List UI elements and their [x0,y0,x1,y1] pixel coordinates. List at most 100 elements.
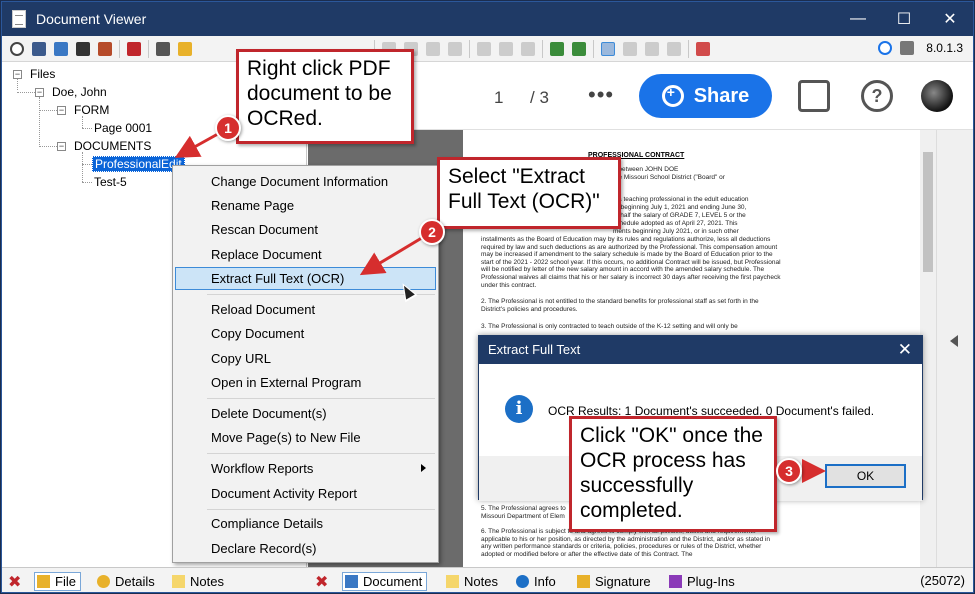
tab-notes-left[interactable]: Notes [172,572,224,591]
pan-icon[interactable] [623,41,637,56]
document-icon [345,575,358,588]
tab-plugins[interactable]: Plug-Ins [669,572,735,591]
menu-item-rename-page[interactable]: Rename Page [211,198,294,213]
pdf-text: the Missouri School District ("Board" or [613,174,725,181]
tab-signature[interactable]: Signature [577,572,651,591]
tree-folder-documents[interactable]: DOCUMENTS [74,139,151,153]
add-user-icon [661,84,684,107]
step-badge-3: 3 [776,458,802,484]
close-button[interactable]: ✕ [927,2,973,36]
maximize-button[interactable]: ☐ [881,2,927,36]
scanner-icon[interactable] [32,41,46,56]
callout-step-1: Right click PDF document to be OCRed. [236,49,414,144]
refresh-icon[interactable] [878,41,892,55]
avatar[interactable] [921,80,953,112]
tab-notes-right[interactable]: Notes [446,572,498,591]
page-number-input[interactable]: 1 [494,88,503,108]
menu-item-open-external[interactable]: Open in External Program [211,375,361,390]
callout-step-3: Click "OK" once the OCR process has succ… [569,416,777,532]
flip-icon[interactable] [521,41,535,56]
toolbar-separator [148,39,149,58]
email-icon[interactable] [178,41,192,56]
pdf-text: s a teaching professional in the edult e… [613,196,749,203]
calendar-icon[interactable] [696,41,710,56]
import-icon[interactable] [54,41,68,56]
version-label: 8.0.1.3 [926,41,963,55]
rotate-left-icon[interactable] [477,41,491,56]
plugin-icon [669,575,682,588]
pdf-text: 2. The Professional is not entitled to t… [481,298,759,313]
menu-item-document-activity-report[interactable]: Document Activity Report [211,486,357,501]
tab-document[interactable]: Document [342,572,428,591]
context-menu: Change Document Information Rename Page … [172,165,439,563]
submenu-arrow-icon [421,464,426,472]
split-horizontal-icon[interactable] [550,41,564,56]
menu-item-declare-records[interactable]: Declare Record(s) [211,541,316,556]
settings-wrench-icon[interactable] [900,41,914,55]
more-options-button[interactable]: ••• [588,82,614,108]
camera-icon[interactable] [76,41,90,56]
menu-item-reload-document[interactable]: Reload Document [211,302,315,317]
collapse-toggle[interactable]: − [57,142,66,151]
menu-item-compliance-details[interactable]: Compliance Details [211,516,323,531]
expand-panel-icon[interactable] [950,335,958,347]
rotate-right-icon[interactable] [499,41,513,56]
pdf-text: d between JOHN DOE [613,166,679,173]
print-icon[interactable] [156,41,170,56]
status-bar: ✖ File Details Notes ✖ Document Notes In… [2,567,973,592]
zoom-icon[interactable] [10,41,24,56]
tab-file[interactable]: File [34,572,81,591]
split-vertical-icon[interactable] [572,41,586,56]
annotate-icon[interactable] [667,41,681,56]
tree-folder-form[interactable]: FORM [74,103,109,117]
info-icon [516,575,529,588]
minimize-button[interactable]: — [835,2,881,36]
menu-item-move-pages[interactable]: Move Page(s) to New File [211,430,361,445]
close-pane-icon[interactable]: ✖ [8,572,21,592]
menu-separator [207,509,435,510]
dialog-close-button[interactable]: ✕ [898,340,912,360]
menu-item-workflow-reports[interactable]: Workflow Reports [211,461,313,476]
help-icon[interactable]: ? [861,80,893,112]
collapse-toggle[interactable]: − [13,70,22,79]
tab-info[interactable]: Info [516,572,556,591]
folder-icon [37,575,50,588]
pointer-icon[interactable] [601,41,615,56]
menu-item-rescan-document[interactable]: Rescan Document [211,222,318,237]
ok-button[interactable]: OK [825,464,906,488]
collapse-toggle[interactable]: − [57,106,66,115]
collapse-toggle[interactable]: − [35,88,44,97]
scrollbar-thumb[interactable] [923,152,933,272]
fit-page-icon[interactable] [426,41,440,56]
tree-item-page[interactable]: Page 0001 [94,121,152,135]
document-app-icon [12,10,26,28]
menu-item-delete-documents[interactable]: Delete Document(s) [211,406,327,421]
step-badge-1: 1 [215,115,241,141]
tab-details[interactable]: Details [97,572,155,591]
menu-item-copy-url[interactable]: Copy URL [211,351,271,366]
toolbar-separator [542,39,543,58]
dialog-title: Extract Full Text [479,336,922,364]
menu-item-copy-document[interactable]: Copy Document [211,326,304,341]
menu-item-change-document-information[interactable]: Change Document Information [211,174,388,189]
document-viewer-window: Document Viewer — ☐ ✕ 8.0.1.3 − Files − … [1,1,974,593]
menu-item-extract-full-text-ocr[interactable]: Extract Full Text (OCR) [211,271,344,286]
side-panel-collapsed [936,130,973,567]
tree-item-selected-document[interactable]: ProfessionalEdit [92,156,185,172]
tree-node-person[interactable]: Doe, John [52,85,107,99]
hand-icon[interactable] [645,41,659,56]
delete-icon[interactable] [127,41,141,56]
share-button[interactable]: Share [639,74,772,118]
stamp-icon[interactable] [98,41,112,56]
title-bar: Document Viewer — ☐ ✕ [2,2,973,36]
tree-item-document[interactable]: Test-5 [94,175,127,189]
menu-item-replace-document[interactable]: Replace Document [211,247,322,262]
fit-width-icon[interactable] [448,41,462,56]
tree-root-files[interactable]: Files [30,67,55,81]
toolbar-separator [119,39,120,58]
close-pane-icon[interactable]: ✖ [315,572,328,592]
menu-separator [207,398,435,399]
notes-icon [172,575,185,588]
feedback-icon[interactable] [798,80,830,112]
pdf-text: ments beginning July 2021, or in such ot… [613,228,739,235]
